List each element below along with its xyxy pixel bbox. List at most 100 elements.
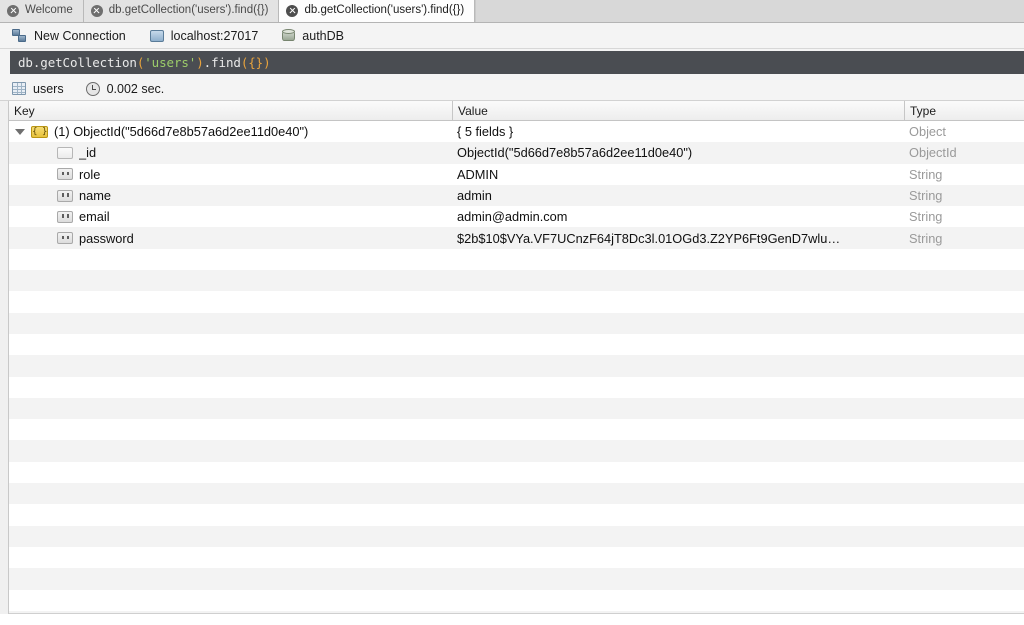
row-key-label: role [79, 167, 100, 182]
string-quotes-icon [57, 211, 73, 223]
connection-toolbar: New Connection localhost:27017 authDB [0, 23, 1024, 49]
table-row[interactable]: name admin String [0, 185, 1024, 206]
row-key-cell: { } (1) ObjectId("5d66d7e8b57a6d2ee11d0e… [0, 124, 452, 139]
result-table: Key Value Type { } (1) ObjectId("5d66d7e… [0, 101, 1024, 614]
column-header-type[interactable]: Type [904, 101, 1024, 120]
column-header-key[interactable]: Key [0, 101, 452, 120]
string-quotes-icon [57, 190, 73, 202]
query-editor-container: db.getCollection('users').find({}) [0, 49, 1024, 77]
database-cylinder-icon [282, 29, 295, 43]
table-row[interactable]: password $2b$10$VYa.VF7UCnzF64jT8Dc3l.01… [0, 227, 1024, 248]
database-label: authDB [302, 29, 344, 43]
host-label: localhost:27017 [171, 29, 259, 43]
table-row-empty [0, 270, 1024, 291]
table-row-empty [0, 504, 1024, 525]
row-key-cell: role [0, 167, 452, 182]
row-value-cell: { 5 fields } [452, 124, 904, 139]
empty-rows-container [0, 249, 1024, 614]
table-row-empty [0, 334, 1024, 355]
result-collection-item: users [12, 82, 64, 96]
query-token-punct: ) [263, 55, 270, 70]
query-input[interactable]: db.getCollection('users').find({}) [10, 51, 1024, 74]
result-status-bar: users 0.002 sec. [0, 77, 1024, 101]
tab-bar-filler [475, 0, 1024, 22]
connection-name-item[interactable]: New Connection [12, 29, 126, 43]
expander-triangle-icon[interactable] [14, 126, 25, 137]
result-duration-label: 0.002 sec. [107, 82, 165, 96]
row-type-cell: String [904, 231, 1024, 246]
monitor-icon [150, 30, 164, 42]
string-quotes-icon [57, 232, 73, 244]
query-token-punct: ( [137, 55, 144, 70]
table-row-empty [0, 249, 1024, 270]
tab-bar: Welcome db.getCollection('users').find({… [0, 0, 1024, 23]
row-key-label: email [79, 209, 110, 224]
row-type-cell: String [904, 167, 1024, 182]
table-row-empty [0, 526, 1024, 547]
result-duration-item: 0.002 sec. [86, 82, 165, 96]
string-quotes-icon [57, 168, 73, 180]
row-key-cell: password [0, 231, 452, 246]
server-connection-icon [12, 29, 27, 43]
table-row-empty [0, 291, 1024, 312]
table-bottom-edge [0, 613, 1024, 614]
table-row-empty [0, 419, 1024, 440]
row-value-cell: admin [452, 188, 904, 203]
tab-query-2[interactable]: db.getCollection('users').find({}) [279, 0, 475, 22]
query-token-punct: ) [196, 55, 203, 70]
clock-icon [86, 82, 100, 96]
query-token-braces: {} [248, 55, 263, 70]
tab-label: db.getCollection('users').find({}) [304, 5, 464, 17]
column-header-value[interactable]: Value [452, 101, 904, 120]
tab-welcome[interactable]: Welcome [0, 0, 84, 22]
row-key-cell: email [0, 209, 452, 224]
close-circle-icon[interactable] [7, 5, 19, 17]
connection-name-label: New Connection [34, 29, 126, 43]
table-body: { } (1) ObjectId("5d66d7e8b57a6d2ee11d0e… [0, 121, 1024, 614]
table-row[interactable]: email admin@admin.com String [0, 206, 1024, 227]
row-key-cell: name [0, 188, 452, 203]
row-key-label: _id [79, 145, 96, 160]
query-token-string: 'users' [144, 55, 196, 70]
row-key-label: (1) ObjectId("5d66d7e8b57a6d2ee11d0e40") [54, 124, 308, 139]
row-key-cell: _id [0, 145, 452, 160]
row-value-cell: ObjectId("5d66d7e8b57a6d2ee11d0e40") [452, 145, 904, 160]
table-grid-icon [12, 82, 26, 95]
result-collection-label: users [33, 82, 64, 96]
row-type-cell: Object [904, 124, 1024, 139]
table-row[interactable]: { } (1) ObjectId("5d66d7e8b57a6d2ee11d0e… [0, 121, 1024, 142]
row-key-label: name [79, 188, 111, 203]
row-key-label: password [79, 231, 134, 246]
table-row-empty [0, 547, 1024, 568]
table-row-empty [0, 398, 1024, 419]
tab-label: db.getCollection('users').find({}) [109, 5, 269, 17]
database-item[interactable]: authDB [282, 29, 344, 43]
table-row-empty [0, 483, 1024, 504]
host-item[interactable]: localhost:27017 [150, 29, 259, 43]
objectid-icon [57, 147, 73, 159]
document-braces-icon: { } [31, 126, 48, 138]
query-token-plain: db.getCollection [18, 55, 137, 70]
table-row-empty [0, 355, 1024, 376]
row-value-cell: ADMIN [452, 167, 904, 182]
table-row-empty [0, 462, 1024, 483]
row-gutter [0, 101, 9, 614]
table-row-empty [0, 590, 1024, 611]
table-row-empty [0, 313, 1024, 334]
table-row[interactable]: role ADMIN String [0, 164, 1024, 185]
row-value-cell: admin@admin.com [452, 209, 904, 224]
table-row-empty [0, 377, 1024, 398]
table-header-row: Key Value Type [0, 101, 1024, 121]
table-row-empty [0, 568, 1024, 589]
table-row-empty [0, 440, 1024, 461]
tab-label: Welcome [25, 5, 73, 17]
table-row[interactable]: _id ObjectId("5d66d7e8b57a6d2ee11d0e40")… [0, 142, 1024, 163]
row-type-cell: ObjectId [904, 145, 1024, 160]
close-circle-icon[interactable] [286, 5, 298, 17]
row-value-cell: $2b$10$VYa.VF7UCnzF64jT8Dc3l.01OGd3.Z2YP… [452, 231, 904, 246]
tab-query-1[interactable]: db.getCollection('users').find({}) [84, 0, 280, 22]
query-token-plain: .find [204, 55, 241, 70]
row-type-cell: String [904, 188, 1024, 203]
row-type-cell: String [904, 209, 1024, 224]
close-circle-icon[interactable] [91, 5, 103, 17]
